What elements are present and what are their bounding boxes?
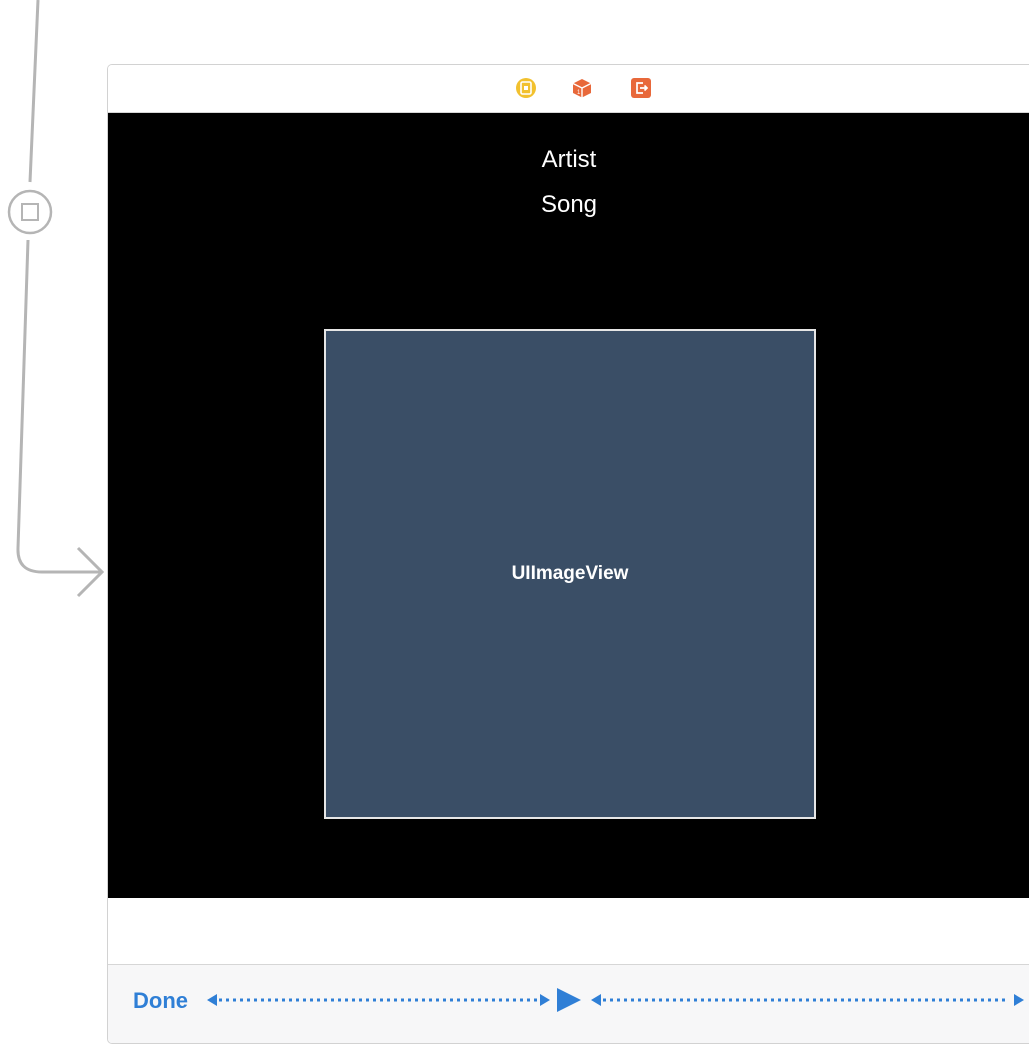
image-view-label: UIImageView bbox=[511, 563, 629, 584]
scene-dock: 1 bbox=[108, 65, 1029, 113]
view-controller-scene[interactable]: 1 Artist Song UIImageView Done bbox=[107, 64, 1029, 1044]
play-icon[interactable] bbox=[554, 985, 584, 1015]
segue-connection bbox=[7, 0, 105, 598]
flexible-space-right[interactable] bbox=[588, 983, 1028, 1017]
artist-label[interactable]: Artist bbox=[108, 146, 1029, 174]
image-view[interactable]: UIImageView bbox=[324, 329, 816, 819]
done-button[interactable]: Done bbox=[133, 988, 188, 1014]
flexible-space-left[interactable] bbox=[204, 983, 554, 1017]
view-controller-icon[interactable] bbox=[515, 77, 537, 99]
first-responder-icon[interactable]: 1 bbox=[571, 77, 593, 99]
segue-node-icon[interactable] bbox=[7, 189, 53, 235]
exit-icon[interactable] bbox=[630, 77, 652, 99]
segue-line bbox=[16, 0, 100, 574]
main-view[interactable]: Artist Song UIImageView bbox=[108, 113, 1029, 898]
song-label[interactable]: Song bbox=[108, 191, 1029, 219]
toolbar: Done bbox=[108, 964, 1029, 1043]
